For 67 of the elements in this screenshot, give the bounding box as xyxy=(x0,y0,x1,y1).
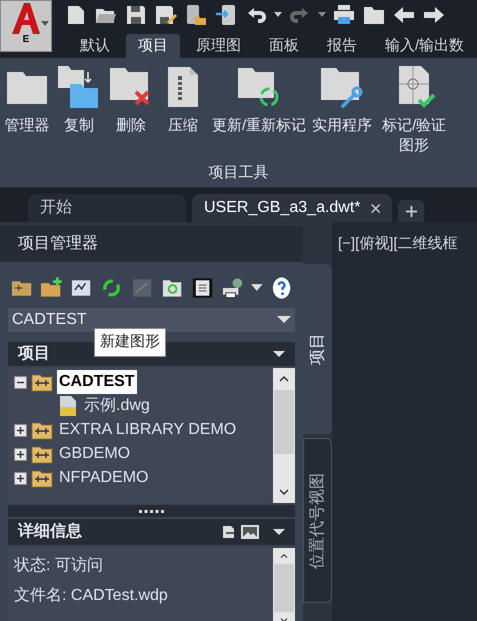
scrollbar[interactable] xyxy=(273,548,295,621)
scrollbar[interactable] xyxy=(273,368,295,503)
project-dropdown[interactable]: CADTEST xyxy=(8,308,295,332)
folder-icon xyxy=(31,444,53,464)
tree-item[interactable]: GBDEMO xyxy=(57,442,132,466)
side-tab[interactable]: 项目 xyxy=(303,264,332,434)
device-open-icon[interactable] xyxy=(184,3,208,27)
dropdown-arrow-icon[interactable] xyxy=(273,528,285,536)
ribbon-button[interactable]: 实用程序 xyxy=(312,64,372,136)
print-icon[interactable] xyxy=(332,3,356,27)
scroll-thumb[interactable] xyxy=(274,390,294,454)
ribbon-tab[interactable]: 输入/输出数 xyxy=(373,34,476,58)
splitter-grip-icon[interactable] xyxy=(138,510,164,512)
tree-item[interactable]: CADTEST xyxy=(57,370,137,394)
document-icon[interactable] xyxy=(190,276,214,300)
tree-item[interactable]: 示例.dwg xyxy=(82,394,152,418)
document-tab[interactable]: 开始 xyxy=(28,194,186,222)
caret-icon[interactable] xyxy=(318,12,326,18)
detail-text: 文件名: CADTest.wdp xyxy=(14,586,169,606)
ribbon-tab[interactable]: 报告 xyxy=(315,34,369,58)
device-import-icon[interactable] xyxy=(214,3,238,27)
save-as-icon[interactable] xyxy=(154,3,178,27)
logo-icon xyxy=(9,1,43,35)
palette-title: 项目管理器 xyxy=(0,226,303,262)
caret-icon xyxy=(41,21,49,27)
ribbon-tab[interactable]: 面板 xyxy=(257,34,311,58)
collapse-icon[interactable] xyxy=(14,376,27,388)
folder-icon xyxy=(31,420,53,440)
dropdown-arrow-icon xyxy=(277,316,291,324)
section-header: 详细信息 xyxy=(18,521,83,542)
ribbon-button[interactable]: 压缩 xyxy=(160,64,206,136)
ribbon-tab[interactable]: 默认 xyxy=(68,34,122,58)
image-icon[interactable] xyxy=(241,525,259,539)
drawing-file-icon xyxy=(58,395,78,417)
plus-icon xyxy=(406,206,416,216)
ribbon-tab[interactable]: 原理图 xyxy=(184,34,253,58)
document-tab[interactable]: USER_GB_a3_a.dwt* xyxy=(192,194,392,222)
ribbon-button[interactable]: 标记/验证图形 xyxy=(378,64,450,156)
folder-icon xyxy=(31,372,53,392)
ribbon-button[interactable]: 管理器 xyxy=(4,64,50,136)
viewport-label[interactable]: [−][俯视][二维线框 xyxy=(338,235,458,252)
scroll-thumb[interactable] xyxy=(274,564,294,612)
save-icon[interactable] xyxy=(124,3,148,27)
ribbon-button[interactable]: 删除 xyxy=(108,64,154,136)
section-header: 项目 xyxy=(18,344,50,364)
detail-text: 状态: 可访问 xyxy=(14,556,104,576)
expand-icon[interactable] xyxy=(14,424,27,436)
tree-item[interactable]: EXTRA LIBRARY DEMO xyxy=(57,418,238,442)
ribbon-button[interactable]: 复制 xyxy=(56,64,102,136)
app-menu-button[interactable]: E xyxy=(0,0,52,52)
ribbon-button[interactable]: 更新/重新标记 xyxy=(212,64,306,136)
caret-icon[interactable] xyxy=(251,284,263,292)
panel-title: 项目工具 xyxy=(208,162,270,182)
tree-item[interactable]: NFPADEMO xyxy=(57,466,150,490)
folder-icon xyxy=(31,468,53,488)
side-tab[interactable]: 位置代号视图 xyxy=(303,438,332,603)
print-globe-icon[interactable] xyxy=(221,276,244,300)
tooltip: 新建图形 xyxy=(94,328,166,356)
app-letter: E xyxy=(22,35,30,45)
expand-icon[interactable] xyxy=(14,448,27,460)
caret-icon[interactable] xyxy=(274,12,282,18)
close-icon[interactable] xyxy=(370,202,380,214)
document-icon[interactable] xyxy=(222,525,235,539)
dropdown-arrow-icon[interactable] xyxy=(273,350,285,358)
ribbon-tab[interactable]: 项目 xyxy=(126,34,180,58)
expand-icon[interactable] xyxy=(14,472,27,484)
new-tab-button[interactable] xyxy=(398,200,424,222)
